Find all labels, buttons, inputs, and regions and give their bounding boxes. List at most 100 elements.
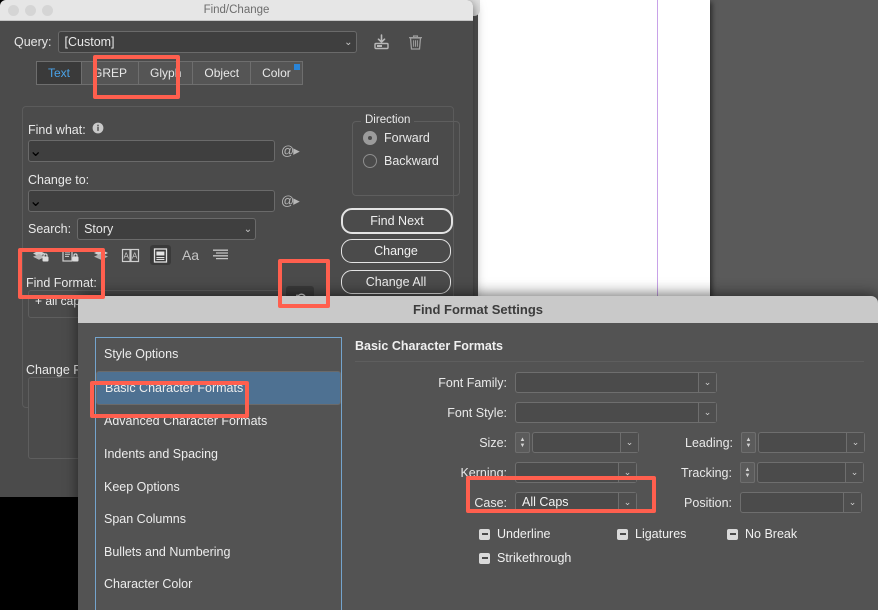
include-locked-layers-icon[interactable]: [30, 245, 51, 265]
tab-object[interactable]: Object: [193, 61, 252, 85]
info-icon[interactable]: [92, 121, 104, 139]
leading-combo[interactable]: ⌄: [758, 432, 865, 453]
size-combo[interactable]: ⌄: [532, 432, 639, 453]
find-next-button[interactable]: Find Next: [341, 208, 453, 234]
query-label: Query:: [14, 35, 52, 49]
size-stepper[interactable]: ▲ ▼: [515, 432, 530, 453]
list-item-advanced-character-formats[interactable]: Advanced Character Formats: [96, 405, 341, 438]
checkbox-mixed-icon: [727, 528, 738, 540]
radio-forward[interactable]: Forward: [363, 131, 459, 145]
window-title: Find/Change: [203, 4, 270, 16]
window-traffic-lights[interactable]: [8, 4, 53, 16]
ligatures-checkbox[interactable]: Ligatures: [617, 527, 727, 541]
case-sensitive-icon[interactable]: Aa: [180, 245, 201, 265]
find-what-input[interactable]: ⌄: [28, 140, 275, 162]
change-to-label: Change to:: [28, 171, 89, 189]
leading-stepper[interactable]: ▲ ▼: [741, 432, 756, 453]
size-leading-row: Size: ▲ ▼ ⌄ Leading: ▲ ▼ ⌄: [355, 432, 878, 453]
list-item-label: Advanced Character Formats: [104, 414, 268, 429]
no-break-checkbox[interactable]: No Break: [727, 527, 797, 541]
chevron-down-icon[interactable]: ⌄: [620, 433, 638, 452]
zoom-button[interactable]: [42, 4, 53, 16]
search-scope-dropdown[interactable]: Story ⌄: [77, 218, 257, 240]
tab-glyph[interactable]: Glyph: [139, 61, 194, 85]
include-master-pages-icon[interactable]: AA: [120, 245, 141, 265]
font-style-label: Font Style:: [447, 405, 507, 420]
tracking-combo[interactable]: ⌄: [757, 462, 864, 483]
svg-text:A: A: [124, 251, 130, 260]
chevron-down-icon[interactable]: ⌄: [845, 463, 863, 482]
divider: [355, 361, 864, 362]
list-item-bullets-and-numbering[interactable]: Bullets and Numbering: [96, 536, 341, 569]
query-dropdown[interactable]: [Custom] ⌄: [57, 31, 357, 53]
close-button[interactable]: [8, 4, 19, 16]
radio-backward[interactable]: Backward: [363, 154, 459, 168]
include-locked-stories-icon[interactable]: [60, 245, 81, 265]
tracking-stepper[interactable]: ▲ ▼: [740, 462, 755, 483]
font-style-combo[interactable]: ⌄: [515, 402, 717, 423]
pane-title: Basic Character Formats: [355, 339, 503, 353]
change-to-dropdown-icon[interactable]: ⌄: [29, 191, 274, 211]
font-family-combo[interactable]: ⌄: [515, 372, 717, 393]
strikethrough-label: Strikethrough: [497, 551, 572, 565]
chevron-down-icon[interactable]: ⌄: [698, 373, 716, 392]
tab-grep-label: GREP: [93, 66, 128, 80]
case-position-row: Case: All Caps ⌄ Position: ⌄: [355, 492, 878, 513]
case-combo[interactable]: All Caps ⌄: [515, 492, 637, 513]
screenshot-root: Find/Change Query: [Custom] ⌄ Text GREP …: [0, 0, 878, 610]
list-item-keep-options[interactable]: Keep Options: [96, 470, 341, 503]
change-to-label-text: Change to:: [28, 173, 90, 187]
change-all-label: Change All: [365, 275, 427, 289]
kerning-combo[interactable]: ⌄: [515, 462, 637, 483]
tab-grep[interactable]: GREP: [82, 61, 140, 85]
change-to-special-chars-icon[interactable]: @▸: [281, 193, 300, 209]
underline-checkbox[interactable]: Underline: [479, 527, 617, 541]
whole-word-icon[interactable]: [210, 245, 231, 265]
save-query-icon[interactable]: [371, 31, 393, 53]
find-format-settings-body: Style Options Basic Character Formats Ad…: [78, 323, 878, 610]
include-hidden-layers-icon[interactable]: [90, 245, 111, 265]
checkbox-row-1: Underline Ligatures No Break: [355, 527, 878, 541]
include-footnotes-icon[interactable]: [150, 245, 171, 265]
change-button[interactable]: Change: [341, 239, 451, 263]
list-item-basic-character-formats[interactable]: Basic Character Formats: [96, 370, 341, 406]
minimize-button[interactable]: [25, 4, 36, 16]
list-item-opentype-features[interactable]: OpenType Features: [96, 601, 341, 610]
chevron-down-icon[interactable]: ⌄: [843, 493, 861, 512]
find-change-titlebar[interactable]: Find/Change: [0, 0, 473, 21]
tab-text[interactable]: Text: [36, 61, 83, 85]
list-item-indents-and-spacing[interactable]: Indents and Spacing: [96, 438, 341, 471]
find-what-dropdown-icon[interactable]: ⌄: [29, 141, 274, 161]
tab-text-label: Text: [48, 66, 71, 80]
list-item-style-options[interactable]: Style Options: [96, 338, 341, 371]
change-to-row: ⌄ @▸: [28, 190, 300, 212]
find-change-tabs[interactable]: Text GREP Glyph Object Color: [36, 61, 473, 85]
chevron-down-icon[interactable]: ⌄: [698, 403, 716, 422]
find-next-label: Find Next: [370, 214, 424, 228]
find-what-label-row: Find what:: [28, 121, 104, 139]
radio-forward-label: Forward: [384, 131, 430, 145]
list-item-span-columns[interactable]: Span Columns: [96, 503, 341, 536]
font-style-row: Font Style: ⌄: [355, 402, 878, 423]
position-label: Position:: [684, 495, 732, 510]
search-options-icons[interactable]: AA Aa: [30, 245, 231, 265]
chevron-down-icon[interactable]: ⌄: [618, 493, 636, 512]
find-format-settings-dialog: Find Format Settings Style Options Basic…: [78, 296, 878, 610]
direction-legend: Direction: [361, 114, 415, 126]
format-category-list[interactable]: Style Options Basic Character Formats Ad…: [95, 337, 342, 610]
chevron-down-icon[interactable]: ⌄: [846, 433, 864, 452]
list-item-character-color[interactable]: Character Color: [96, 568, 341, 601]
delete-query-icon[interactable]: [405, 31, 427, 53]
ligatures-label: Ligatures: [635, 527, 687, 541]
position-combo[interactable]: ⌄: [740, 492, 862, 513]
tab-color[interactable]: Color: [251, 61, 303, 85]
query-value: [Custom]: [64, 35, 115, 49]
find-what-special-chars-icon[interactable]: @▸: [281, 143, 300, 159]
chevron-down-icon[interactable]: ⌄: [618, 463, 636, 482]
kerning-label: Kerning:: [460, 465, 507, 480]
change-to-input[interactable]: ⌄: [28, 190, 275, 212]
strikethrough-checkbox[interactable]: Strikethrough: [479, 551, 571, 565]
change-all-button[interactable]: Change All: [341, 270, 451, 294]
tab-glyph-label: Glyph: [150, 66, 182, 80]
list-item-label: Basic Character Formats: [105, 380, 244, 395]
